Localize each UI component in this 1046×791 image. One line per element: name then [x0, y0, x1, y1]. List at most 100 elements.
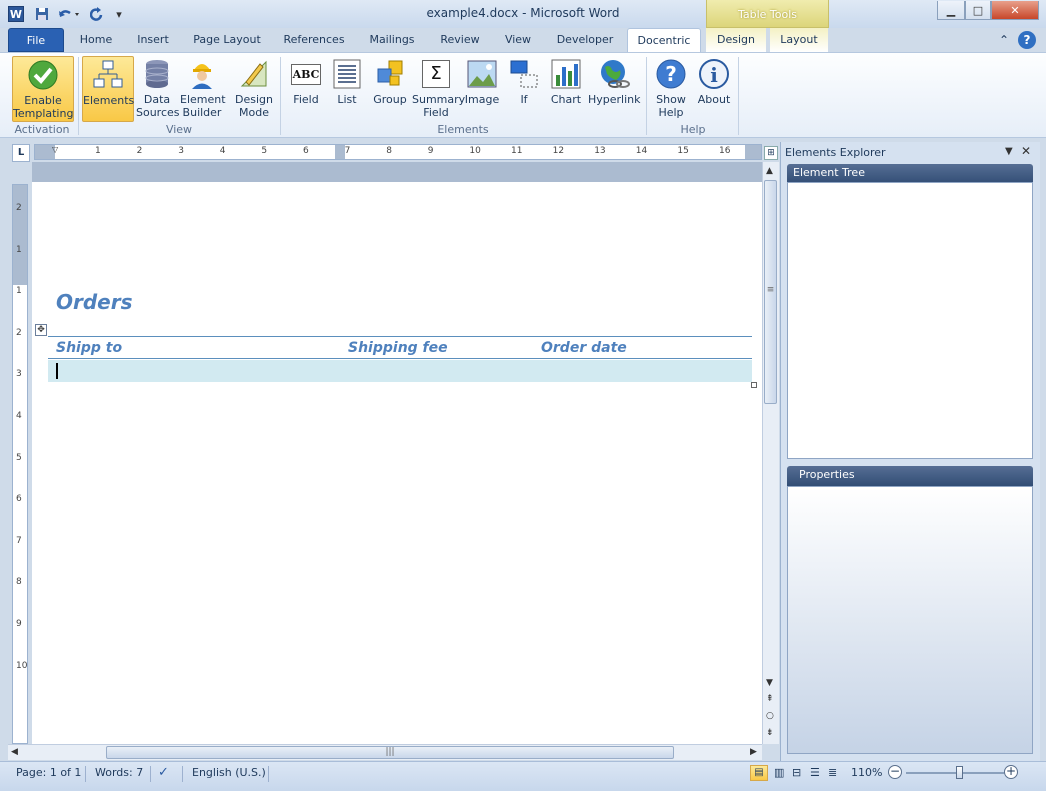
globe-link-icon	[598, 58, 630, 90]
ruler-mark: 8	[386, 146, 392, 156]
ruler-mark: 7	[344, 146, 351, 156]
scroll-down-icon[interactable]: ▼	[766, 678, 773, 688]
ribbon: Enable Templating Activation Elements Da…	[0, 52, 1046, 138]
pane-title: Elements Explorer	[785, 146, 886, 159]
scroll-left-icon[interactable]: ◀	[11, 747, 18, 757]
scroll-right-icon[interactable]: ▶	[750, 747, 757, 757]
enable-templating-label: Enable Templating	[13, 94, 74, 120]
document-heading[interactable]: Orders	[56, 290, 133, 314]
data-sources-button[interactable]: Data Sources	[136, 56, 180, 122]
tab-view[interactable]: View	[496, 28, 540, 52]
tab-review[interactable]: Review	[432, 28, 488, 52]
image-button[interactable]: Image	[462, 56, 502, 122]
element-tree-view[interactable]	[787, 182, 1033, 459]
minimize-ribbon-icon[interactable]: ⌃	[996, 28, 1012, 52]
about-button[interactable]: i About	[694, 56, 734, 122]
tab-references[interactable]: References	[276, 28, 352, 52]
ruler-mark: 1	[95, 146, 101, 156]
summary-field-button[interactable]: Σ Summary Field	[412, 56, 465, 122]
group-label-view: View	[165, 123, 193, 136]
horizontal-ruler[interactable]: ▽ 1 2 3 4 5 6 7 8 9 10 11 12 13 14 15 16	[34, 144, 762, 160]
page-gap	[32, 162, 762, 182]
maximize-button[interactable]: □	[965, 1, 991, 20]
proofing-check-icon[interactable]: ✓	[158, 766, 169, 780]
tab-home[interactable]: Home	[72, 28, 120, 52]
header-order-date[interactable]: Order date	[541, 340, 627, 356]
abc-field-icon: ABC	[290, 58, 322, 90]
element-builder-label: Element Builder	[180, 93, 226, 119]
ruler-mark: 1	[16, 244, 22, 255]
vertical-ruler[interactable]: 2 1 1 2 3 4 5 6 7 8 9 10	[12, 184, 28, 744]
table-resize-handle[interactable]	[751, 382, 757, 388]
indent-marker-icon[interactable]: ▽	[52, 145, 58, 154]
status-words[interactable]: Words: 7	[95, 766, 143, 780]
question-circle-icon: ?	[655, 58, 687, 90]
tab-mailings[interactable]: Mailings	[360, 28, 424, 52]
zoom-slider-thumb[interactable]	[955, 766, 963, 779]
table-move-handle-icon[interactable]: ✥	[35, 324, 47, 336]
ruler-mark: 9	[16, 619, 22, 629]
status-language[interactable]: English (U.S.)	[192, 766, 266, 780]
view-ruler-icon[interactable]: ⊞	[764, 146, 778, 160]
close-button[interactable]: ✕	[991, 1, 1039, 20]
full-screen-reading-icon[interactable]: ▥	[774, 766, 784, 780]
header-shipp-to[interactable]: Shipp to	[56, 340, 122, 356]
properties-view[interactable]	[787, 486, 1033, 754]
print-layout-view-icon[interactable]: ▤	[750, 765, 768, 781]
design-mode-button[interactable]: Design Mode	[232, 56, 276, 122]
show-help-label: Show Help	[656, 93, 686, 119]
tab-page-layout[interactable]: Page Layout	[186, 28, 268, 52]
sigma-icon: Σ	[420, 58, 452, 90]
enable-templating-button[interactable]: Enable Templating	[12, 56, 74, 122]
group-button[interactable]: Group	[370, 56, 410, 122]
elements-button[interactable]: Elements	[82, 56, 134, 122]
zoom-out-icon[interactable]: −	[888, 765, 902, 779]
zoom-level[interactable]: 110%	[851, 766, 882, 780]
previous-page-icon[interactable]: ⇞	[766, 694, 774, 704]
draft-view-icon[interactable]: ≣	[828, 766, 837, 780]
if-button[interactable]: If	[504, 56, 544, 122]
vertical-scroll-thumb[interactable]: ≡	[764, 180, 777, 404]
chart-button[interactable]: Chart	[546, 56, 586, 122]
outline-view-icon[interactable]: ☰	[810, 766, 820, 780]
tab-design[interactable]: Design	[706, 28, 766, 52]
pane-close-icon[interactable]: ✕	[1021, 144, 1031, 158]
zoom-in-icon[interactable]: +	[1004, 765, 1018, 779]
document-page[interactable]	[32, 162, 762, 744]
horizontal-scroll-thumb[interactable]: |||	[106, 746, 674, 759]
if-label: If	[520, 93, 528, 106]
scroll-up-icon[interactable]: ▲	[766, 166, 773, 176]
table-header-row: Shipp to Shipping fee Order date	[48, 337, 752, 359]
web-layout-icon[interactable]: ⊟	[792, 766, 801, 780]
ruler-mark: 4	[16, 411, 22, 421]
table-data-row[interactable]	[48, 360, 752, 382]
ruler-mark: 2	[16, 203, 22, 213]
pane-menu-icon[interactable]: ▼	[1005, 146, 1013, 157]
group-label-elements: Elements	[437, 123, 489, 136]
field-button[interactable]: ABC Field	[286, 56, 326, 122]
builder-worker-icon	[186, 58, 218, 90]
tab-stop-selector[interactable]: L	[12, 144, 30, 162]
element-builder-button[interactable]: Element Builder	[180, 56, 226, 122]
status-page[interactable]: Page: 1 of 1	[16, 766, 81, 780]
ruler-mark: 5	[261, 146, 268, 156]
help-icon[interactable]: ?	[1018, 31, 1036, 49]
minimize-button[interactable]: ▁	[937, 1, 965, 20]
tab-docentric[interactable]: Docentric	[627, 28, 701, 53]
horizontal-scrollbar[interactable]: ◀ ||| ▶	[8, 744, 762, 760]
header-shipping-fee[interactable]: Shipping fee	[348, 340, 448, 356]
tab-developer[interactable]: Developer	[548, 28, 622, 52]
tab-file[interactable]: File	[8, 28, 64, 52]
list-button[interactable]: List	[328, 56, 366, 122]
orders-table[interactable]: Shipp to Shipping fee Order date	[48, 336, 752, 382]
tab-layout[interactable]: Layout	[770, 28, 828, 52]
ruler-mark: 6	[16, 494, 22, 505]
vertical-scrollbar[interactable]: ▲ ≡ ▼ ⇞ ○ ⇟	[762, 162, 779, 744]
hyperlink-button[interactable]: Hyperlink	[588, 56, 641, 122]
hyperlink-label: Hyperlink	[588, 93, 641, 106]
next-page-icon[interactable]: ⇟	[766, 728, 774, 738]
show-help-button[interactable]: ? Show Help	[652, 56, 690, 122]
window-title: example4.docx - Microsoft Word	[426, 6, 620, 20]
tab-insert[interactable]: Insert	[128, 28, 178, 52]
browse-object-icon[interactable]: ○	[766, 711, 774, 721]
